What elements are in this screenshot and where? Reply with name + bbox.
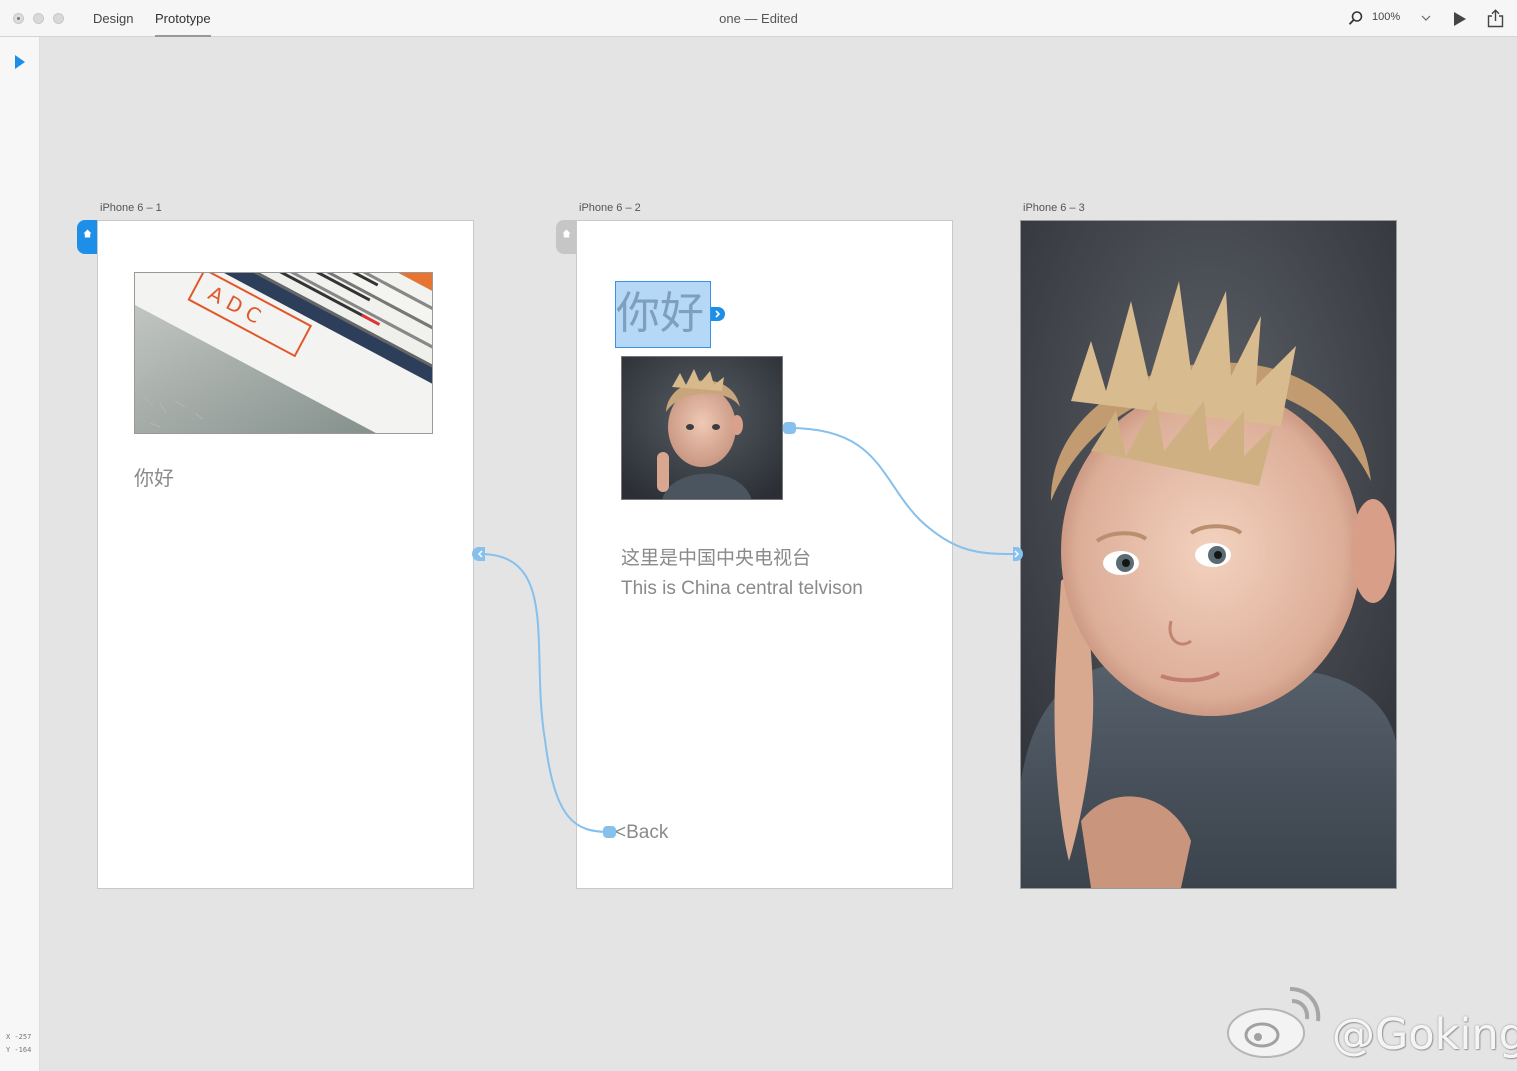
back-link-wire[interactable] [479, 553, 610, 833]
watermark-text: @Goking [1332, 1010, 1517, 1060]
weibo-logo-icon [1227, 987, 1321, 1058]
thumbnail-link-wire[interactable] [788, 427, 1015, 555]
wire-arrow-right-icon[interactable] [1013, 547, 1023, 561]
wire-arrow-left-icon[interactable] [472, 547, 485, 561]
prototype-wires [472, 422, 1023, 838]
thumbnail-wire-handle[interactable] [783, 422, 796, 434]
back-wire-handle[interactable] [603, 826, 616, 838]
